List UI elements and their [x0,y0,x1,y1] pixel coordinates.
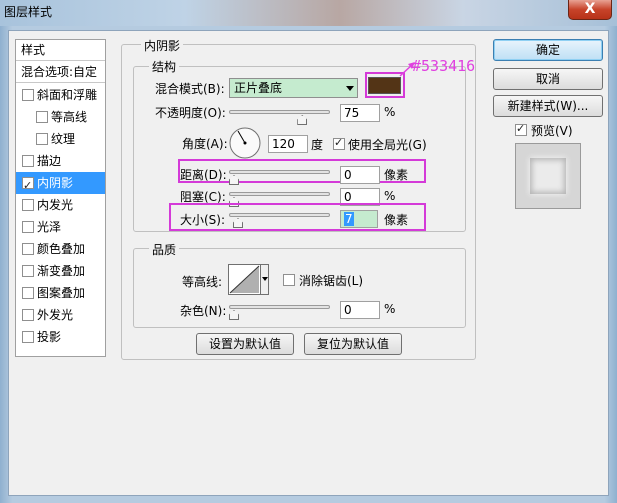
style-item-label: 渐变叠加 [37,264,86,278]
style-item[interactable]: 描边 [16,150,105,172]
style-item[interactable]: 颜色叠加 [16,238,105,260]
style-item-checkbox[interactable] [22,331,34,343]
style-item-checkbox[interactable] [22,221,34,233]
global-light-label[interactable]: 使用全局光(G) [348,136,427,153]
blend-mode-value: 正片叠底 [234,81,283,95]
opacity-unit: % [384,105,396,119]
preview-label[interactable]: 预览(V) [531,122,573,139]
style-preview-swatch [530,158,566,194]
style-item[interactable]: 等高线 [16,106,105,128]
inner-shadow-title: 内阴影 [141,37,184,54]
opacity-label: 不透明度(O): [155,106,226,120]
noise-unit: % [384,302,396,316]
contour-picker[interactable] [228,264,269,295]
size-value: 7 [344,212,354,226]
opacity-slider[interactable] [229,110,330,114]
style-item-checkbox[interactable] [22,155,34,167]
style-item-checkbox[interactable] [22,265,34,277]
noise-label: 杂色(N): [180,304,227,318]
style-item-label: 内发光 [37,198,74,212]
title-bar: 图层样式 [0,0,617,26]
chevron-down-icon [262,277,268,281]
angle-dial-icon[interactable] [228,126,262,160]
structure-title: 结构 [149,58,180,75]
window-title: 图层样式 [4,5,53,19]
distance-label: 距离(D): [180,168,227,182]
style-item[interactable]: 光泽 [16,216,105,238]
style-item-checkbox[interactable] [36,111,48,123]
close-button[interactable]: X [568,0,612,20]
style-item-checkbox[interactable] [36,133,48,145]
style-item[interactable]: 渐变叠加 [16,260,105,282]
contour-label: 等高线: [182,275,223,289]
angle-unit: 度 [311,138,324,152]
style-item-checkbox[interactable] [22,287,34,299]
style-item-label: 描边 [37,154,62,168]
noise-slider[interactable] [229,305,330,309]
opacity-input[interactable]: 75 [340,104,380,122]
choke-unit: % [384,189,396,203]
style-item-checkbox[interactable] [22,199,34,211]
noise-input[interactable]: 0 [340,301,380,319]
anti-alias-label[interactable]: 消除锯齿(L) [299,272,363,289]
size-label: 大小(S): [180,213,226,227]
reset-default-button[interactable]: 复位为默认值 [304,333,402,355]
color-hex-annotation: #533416 [412,57,476,75]
style-item-checkbox[interactable] [22,89,34,101]
size-unit: 像素 [384,213,409,227]
quality-title: 品质 [149,241,180,258]
size-slider[interactable] [229,213,330,217]
size-input[interactable]: 7 [340,210,378,228]
styles-header[interactable]: 样式 [16,40,105,61]
style-item[interactable]: 投影 [16,326,105,348]
style-item-label: 外发光 [37,308,74,322]
style-item[interactable]: 外发光 [16,304,105,326]
style-item-label: 图案叠加 [37,286,86,300]
shadow-color-swatch[interactable] [368,77,401,94]
angle-label: 角度(A): [182,137,228,151]
preview-checkbox[interactable] [515,122,527,136]
distance-unit: 像素 [384,168,409,182]
cancel-button[interactable]: 取消 [493,68,603,90]
make-default-button[interactable]: 设置为默认值 [196,333,294,355]
anti-alias-checkbox[interactable] [283,274,295,286]
style-item[interactable]: 内发光 [16,194,105,216]
style-item-checkbox[interactable] [22,309,34,321]
style-preview-thumbnail [515,143,581,209]
style-item-label: 纹理 [51,132,76,146]
style-item-checkbox[interactable] [22,243,34,255]
contour-linear-icon [229,265,260,294]
style-item[interactable]: 纹理 [16,128,105,150]
style-item[interactable]: 内阴影 [16,172,105,197]
style-item-label: 斜面和浮雕 [37,88,98,102]
new-style-button[interactable]: 新建样式(W)... [493,95,603,117]
blend-mode-label: 混合模式(B): [155,82,225,96]
ok-button[interactable]: 确定 [493,39,603,61]
style-item-checkbox[interactable] [22,175,34,197]
blend-mode-select[interactable]: 正片叠底 [229,78,358,98]
style-item-label: 等高线 [51,110,88,124]
chevron-down-icon [346,86,354,91]
style-item-label: 光泽 [37,220,62,234]
style-item[interactable]: 图案叠加 [16,282,105,304]
distance-input[interactable]: 0 [340,166,380,184]
choke-slider[interactable] [229,192,330,196]
style-item-label: 颜色叠加 [37,242,86,256]
styles-list: 样式 混合选项:自定 斜面和浮雕等高线纹理描边内阴影内发光光泽颜色叠加渐变叠加图… [15,39,106,357]
style-item-label: 内阴影 [37,176,74,190]
contour-dropdown[interactable] [260,265,268,294]
global-light-checkbox[interactable] [333,136,345,150]
distance-slider[interactable] [229,170,330,174]
angle-input[interactable]: 120 [268,135,308,153]
style-item-label: 投影 [37,330,62,344]
style-item[interactable]: 斜面和浮雕 [16,84,105,106]
blend-options-item[interactable]: 混合选项:自定 [16,62,105,83]
